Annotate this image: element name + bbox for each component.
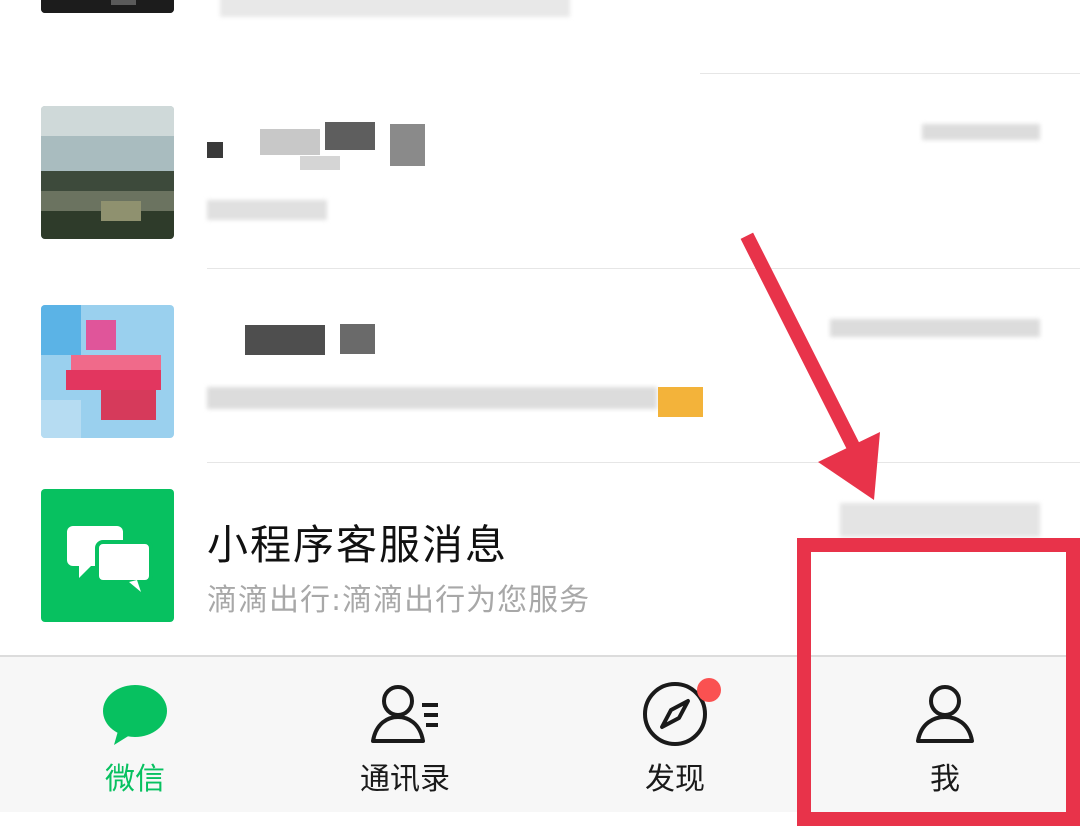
avatar xyxy=(41,106,174,239)
chat-row[interactable] xyxy=(0,269,1080,463)
tab-chats[interactable]: 微信 xyxy=(0,657,270,812)
chat-time xyxy=(840,503,1040,537)
emoji-icon xyxy=(658,387,703,417)
annotation-highlight-box xyxy=(797,538,1080,826)
chat-subtitle: 滴滴出行:滴滴出行为您服务 xyxy=(207,583,591,618)
tab-label: 微信 xyxy=(105,762,165,797)
avatar xyxy=(41,0,174,13)
chat-icon xyxy=(103,685,167,745)
tab-contacts[interactable]: 通讯录 xyxy=(270,657,540,812)
mini-program-avatar xyxy=(41,489,174,622)
tab-label: 通讯录 xyxy=(360,762,450,797)
chat-time xyxy=(830,319,1040,337)
chat-bubbles-icon xyxy=(67,526,153,592)
chat-time xyxy=(922,124,1040,140)
tab-label: 发现 xyxy=(645,762,705,797)
chat-row[interactable] xyxy=(0,74,1080,268)
contacts-icon xyxy=(371,685,438,743)
chat-subtitle xyxy=(207,387,657,409)
avatar xyxy=(41,305,174,438)
chat-row[interactable] xyxy=(0,0,1080,74)
chat-title xyxy=(220,0,570,17)
tab-discover[interactable]: 发现 xyxy=(540,657,810,812)
chat-title: 小程序客服消息 xyxy=(207,521,508,569)
badge-dot xyxy=(697,678,721,702)
chat-subtitle xyxy=(207,200,327,220)
